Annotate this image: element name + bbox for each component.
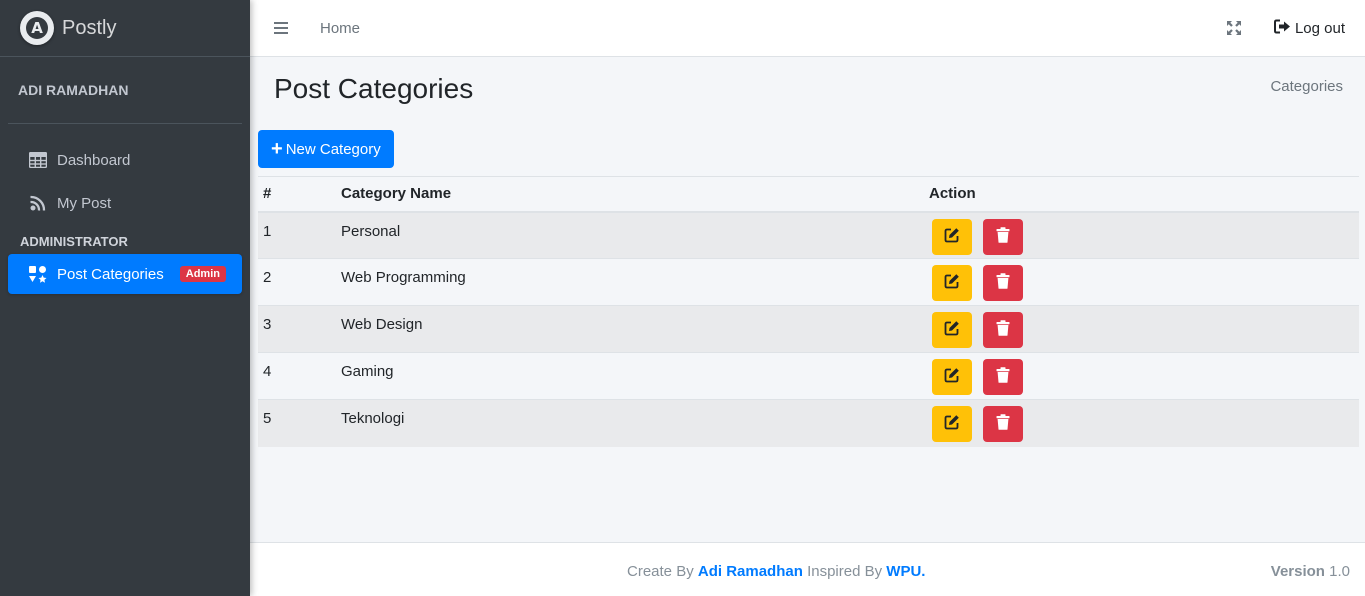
footer-author-link[interactable]: Adi Ramadhan [698, 563, 803, 580]
sidebar-section-header: ADMINISTRATOR [20, 233, 128, 249]
row-number: 5 [258, 399, 336, 447]
version-number: 1.0 [1329, 563, 1350, 580]
column-header-action: Action [924, 176, 1359, 213]
user-panel: ADI RAMADHAN [8, 57, 242, 124]
row-actions [924, 352, 1359, 400]
icons-icon [28, 264, 48, 284]
table-row: 1 Personal [258, 211, 1359, 259]
row-number: 1 [258, 211, 336, 259]
categories-table: # Category Name Action 1 Personal 2 Web … [258, 176, 1359, 447]
logout-button[interactable]: Log out [1273, 19, 1345, 38]
category-name: Personal [336, 211, 924, 259]
sidebar: A Postly ADI RAMADHAN Dashboard My Post … [0, 0, 250, 596]
version-label: Version [1270, 563, 1325, 580]
footer-credits: Create By Adi Ramadhan Inspired By WPU. [627, 563, 925, 580]
brand-logo-icon: A [20, 11, 54, 45]
row-actions [924, 211, 1359, 259]
plus-icon: + [271, 138, 283, 160]
trash-icon [996, 414, 1010, 434]
new-category-label: New Category [285, 140, 381, 158]
category-name: Web Design [336, 305, 924, 353]
trash-icon [996, 226, 1010, 247]
category-name: Gaming [336, 352, 924, 400]
edit-icon [944, 367, 960, 387]
user-name[interactable]: ADI RAMADHAN [18, 82, 128, 98]
trash-icon [996, 320, 1010, 340]
column-header-number: # [258, 176, 336, 213]
delete-button[interactable] [983, 312, 1024, 348]
trash-icon [996, 273, 1010, 293]
row-number: 4 [258, 352, 336, 400]
edit-icon [944, 414, 960, 434]
row-actions [924, 305, 1359, 353]
sidebar-item-my-post[interactable]: My Post [8, 183, 242, 223]
edit-button[interactable] [932, 359, 972, 395]
brand-text: Postly [62, 16, 117, 39]
sidebar-item-post-categories[interactable]: Post Categories Admin [8, 254, 242, 294]
sidebar-item-label: My Post [57, 194, 112, 212]
category-name: Teknologi [336, 399, 924, 447]
table-row: 5 Teknologi [258, 399, 1359, 447]
sidebar-item-dashboard[interactable]: Dashboard [8, 140, 242, 180]
sign-out-icon [1273, 19, 1295, 38]
edit-icon [944, 227, 960, 247]
delete-button[interactable] [983, 406, 1024, 442]
table-icon [28, 150, 48, 170]
top-navbar: Home Log out [250, 0, 1365, 57]
footer-create-by: Create By [627, 563, 694, 580]
delete-button[interactable] [983, 265, 1024, 301]
category-name: Web Programming [336, 258, 924, 306]
breadcrumb: Categories [1270, 78, 1343, 95]
brand-link[interactable]: A Postly [0, 0, 250, 57]
fullscreen-icon[interactable] [1226, 20, 1242, 36]
table-row: 4 Gaming [258, 352, 1359, 400]
sidebar-item-label: Dashboard [57, 151, 131, 169]
logout-label: Log out [1294, 19, 1345, 37]
edit-button[interactable] [932, 312, 972, 348]
main-content: Post Categories Categories + New Categor… [250, 57, 1365, 542]
footer: Create By Adi Ramadhan Inspired By WPU. … [250, 542, 1365, 596]
footer-version: Version 1.0 [1271, 563, 1350, 580]
sidebar-nav: Dashboard My Post ADMINISTRATOR Post Cat… [0, 124, 250, 294]
edit-icon [944, 273, 960, 293]
row-actions [924, 399, 1359, 447]
home-link[interactable]: Home [320, 20, 360, 37]
column-header-name: Category Name [336, 176, 924, 213]
table-header-row: # Category Name Action [258, 176, 1359, 213]
sidebar-item-label: Post Categories [57, 265, 164, 283]
top-right-actions: Log out [1226, 19, 1345, 38]
edit-icon [944, 320, 960, 340]
new-category-button[interactable]: + New Category [258, 130, 394, 168]
row-number: 3 [258, 305, 336, 353]
footer-inspiration-link[interactable]: WPU. [886, 563, 925, 580]
edit-button[interactable] [932, 218, 972, 255]
rss-icon [28, 193, 48, 213]
table-row: 2 Web Programming [258, 258, 1359, 306]
table-row: 3 Web Design [258, 305, 1359, 353]
delete-button[interactable] [983, 359, 1024, 395]
row-actions [924, 258, 1359, 306]
menu-toggle-icon[interactable] [274, 22, 288, 34]
delete-button[interactable] [983, 218, 1024, 255]
trash-icon [996, 367, 1010, 387]
edit-button[interactable] [932, 265, 972, 301]
page-title: Post Categories [274, 73, 474, 104]
row-number: 2 [258, 258, 336, 306]
footer-inspired-by: Inspired By [807, 563, 883, 580]
edit-button[interactable] [932, 406, 972, 442]
admin-badge: Admin [179, 266, 226, 282]
